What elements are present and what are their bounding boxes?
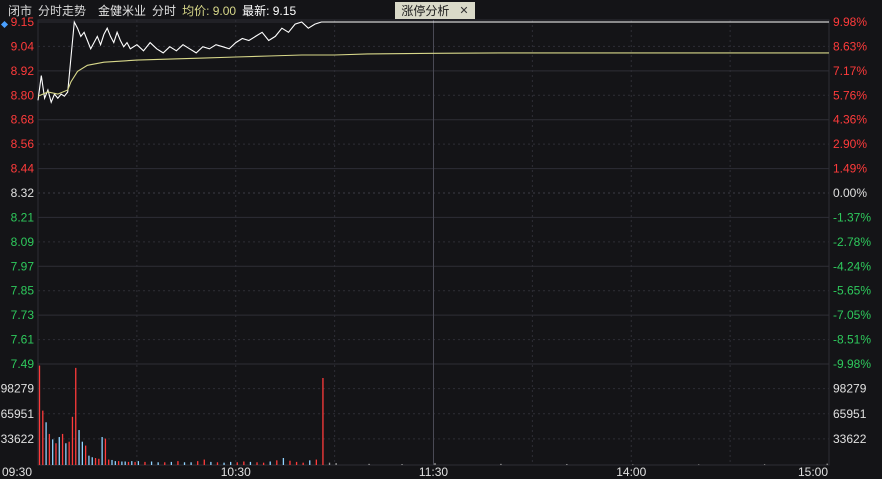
chart-mode[interactable]: 分时走势: [38, 2, 86, 19]
volume-tick-label: 33622: [1, 432, 35, 446]
pct-tick-label: 8.63%: [833, 39, 867, 53]
volume-tick-label: 98279: [833, 382, 867, 396]
pct-tick-label: 5.76%: [833, 88, 867, 102]
pct-tick-label: 4.36%: [833, 113, 867, 127]
price-tick-label: 9.04: [11, 39, 35, 53]
pct-tick-label: 2.90%: [833, 137, 867, 151]
price-tick-label: 8.68: [11, 113, 35, 127]
market-status: 闭市: [8, 3, 33, 18]
volume-tick-label: 65951: [833, 407, 867, 421]
price-tick-label: 7.73: [11, 308, 35, 322]
time-tick-label: 09:30: [2, 465, 32, 479]
limit-up-analysis-tab[interactable]: 涨停分析 ✕: [395, 2, 475, 19]
price-tick-label: 8.09: [11, 235, 35, 249]
intraday-chart[interactable]: 9.15 9.98%9.04 8.63%8.92 7.17%8.80 5.76%8.68…: [0, 0, 882, 479]
pct-tick-label: -8.51%: [833, 333, 871, 347]
pct-tick-label: 0.00%: [833, 186, 867, 200]
tab-label: 涨停分析: [401, 4, 450, 18]
pct-tick-label: -2.78%: [833, 235, 871, 249]
price-tick-label: 7.85: [11, 284, 35, 298]
price-tick-label: 8.56: [11, 137, 35, 151]
time-tick-label: 14:00: [616, 465, 646, 479]
time-tick-label: 15:00: [798, 465, 828, 479]
pct-tick-label: -5.65%: [833, 284, 871, 298]
pct-tick-label: -1.37%: [833, 210, 871, 224]
price-tick-label: 8.21: [11, 210, 35, 224]
time-tick-label: 11:30: [419, 465, 448, 479]
price-tick-label: 8.32: [11, 186, 35, 200]
time-tick-label: 10:30: [221, 465, 251, 479]
volume-tick-label: 98279: [1, 382, 35, 396]
price-tick-label: 7.61: [11, 333, 35, 347]
pct-tick-label: -4.24%: [833, 259, 871, 273]
price-tick-label: 8.44: [11, 162, 35, 176]
pct-tick-label: -9.98%: [833, 357, 871, 371]
pct-tick-label: 1.49%: [833, 162, 867, 176]
avg-price-label: 均价: 9.00: [182, 3, 237, 18]
pct-tick-label: -7.05%: [833, 308, 871, 322]
price-tick-label: 8.92: [11, 64, 35, 78]
stock-name: 金健米业: [98, 3, 147, 18]
intraday-label: 分时: [152, 3, 177, 18]
price-tick-label: 8.80: [11, 88, 35, 102]
price-tick-label: 7.49: [11, 357, 35, 371]
volume-tick-label: 65951: [1, 407, 35, 421]
close-icon[interactable]: ✕: [459, 4, 468, 17]
volume-tick-label: 33622: [833, 432, 867, 446]
price-tick-label: 7.97: [11, 259, 35, 273]
latest-price-label: 最新: 9.15: [242, 3, 297, 18]
pct-tick-label: 7.17%: [833, 64, 867, 78]
